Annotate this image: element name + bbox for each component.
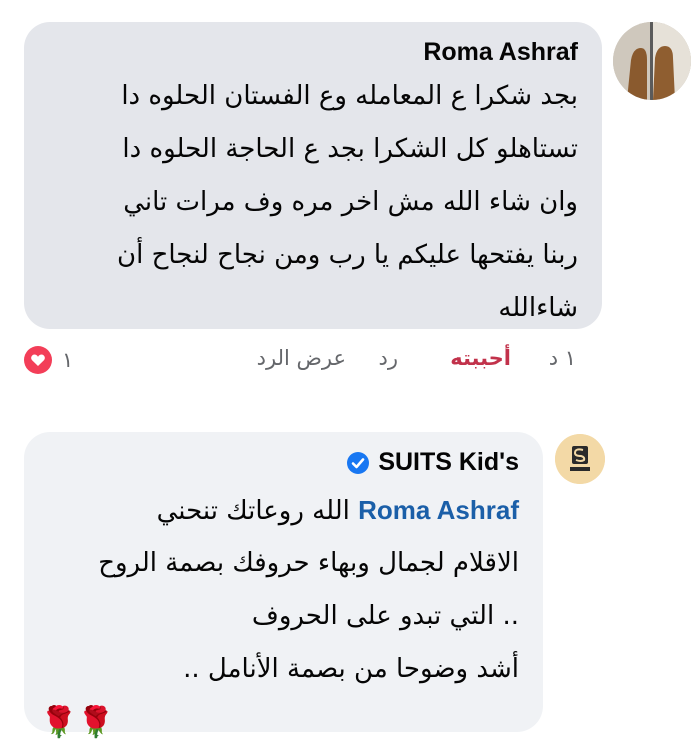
avatar-photo	[613, 22, 691, 100]
comment-line: ربنا يفتحها عليكم يا رب ومن نجاح لنجاح أ…	[117, 240, 578, 270]
comment-line: بجد شكرا ع المعامله وع الفستان الحلوه دا	[121, 81, 578, 111]
reaction-count: ١	[62, 348, 74, 372]
heart-icon	[24, 346, 52, 374]
comment-line: شاءالله	[498, 293, 578, 323]
reply-line: أشد وضوحا من بصمة الأنامل ..	[183, 654, 519, 684]
reply-line: Roma Ashraf الله روعاتك تنحني	[40, 484, 519, 537]
comment-timestamp: ١ د	[548, 346, 576, 370]
reaction-summary[interactable]: ١	[24, 346, 73, 374]
page-avatar[interactable]	[555, 434, 605, 484]
commenter-avatar[interactable]	[613, 22, 691, 100]
reply-button[interactable]: رد	[379, 346, 399, 370]
rose-emojis: 🌹🌹	[40, 705, 115, 740]
reply-author[interactable]: SUITS Kid's	[346, 448, 519, 477]
comment-line: وان شاء الله مش اخر مره وف مرات تاني	[123, 187, 578, 217]
reply-text: Roma Ashraf الله روعاتك تنحني الاقلام لج…	[40, 484, 519, 749]
reply-line-text: الله روعاتك تنحني	[156, 496, 350, 526]
comment-author[interactable]: Roma Ashraf	[423, 38, 578, 67]
comment-bubble: Roma Ashraf بجد شكرا ع المعامله وع الفست…	[24, 22, 602, 329]
view-replies-link[interactable]: عرض الرد	[257, 346, 346, 370]
like-button[interactable]: أحببته	[450, 346, 511, 370]
reply-bubble: SUITS Kid's Roma Ashraf الله روعاتك تنحن…	[24, 432, 543, 740]
suits-logo-icon	[555, 434, 605, 484]
comment-actions: ١ د أحببته رد عرض الرد	[0, 346, 691, 380]
comment-line: تستاهلو كل الشكرا بجد ع الحاجة الحلوه دا	[122, 134, 578, 164]
mention-link[interactable]: Roma Ashraf	[358, 495, 519, 525]
comment-text: بجد شكرا ع المعامله وع الفستان الحلوه دا…	[40, 70, 578, 335]
reply-line: الاقلام لجمال وبهاء حروفك بصمة الروح	[98, 548, 519, 578]
reply-author-name: SUITS Kid's	[378, 448, 519, 476]
reply-line: .. التي تبدو على الحروف	[251, 601, 519, 631]
verified-badge-icon	[347, 451, 370, 474]
